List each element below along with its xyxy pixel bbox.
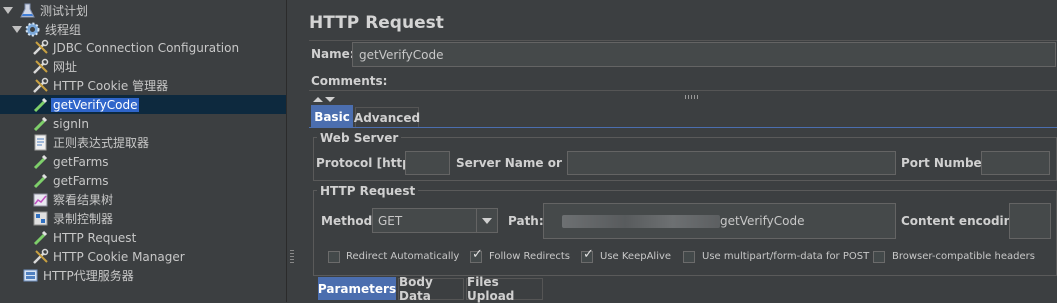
tree-item-url[interactable]: 网址 (32, 57, 77, 76)
wrench-icon (32, 77, 49, 94)
tree-item-label: HTTP Cookie 管理器 (53, 79, 169, 93)
tree-item-thread-group[interactable]: 线程组 (12, 20, 81, 39)
wrench-icon (32, 39, 49, 56)
use-multipart-label: Use multipart/form-data for POST (702, 251, 870, 262)
method-select[interactable]: GET (372, 208, 498, 233)
tree-item-cookie-manager-cn[interactable]: HTTP Cookie 管理器 (32, 76, 168, 95)
chevron-down-icon[interactable] (476, 209, 497, 232)
tree-item-http-request[interactable]: HTTP Request (32, 228, 136, 247)
method-value: GET (378, 213, 403, 228)
browser-compatible-headers-label: Browser-compatible headers (892, 251, 1035, 262)
tree-item-label: 网址 (53, 60, 78, 74)
expand-arrow-icon[interactable] (3, 7, 13, 14)
http-request-legend: HTTP Request (317, 184, 419, 198)
expand-arrow-icon[interactable] (12, 26, 22, 33)
divider (309, 40, 1057, 41)
wrench-icon (32, 58, 49, 75)
tree-item-regex-extractor[interactable]: 正则表达式提取器 (32, 133, 149, 152)
wrench-icon (32, 248, 49, 265)
checkmark-icon: ✓ (472, 247, 483, 262)
content-encoding-input[interactable] (1009, 203, 1051, 239)
panel-title: HTTP Request (309, 13, 444, 33)
tree-item-label: getFarms (53, 173, 109, 188)
content-encoding-label: Content encoding: (901, 214, 1026, 228)
port-number-input[interactable] (981, 151, 1050, 175)
tree-item-view-results-tree[interactable]: 察看结果树 (32, 190, 113, 209)
follow-redirects-label: Follow Redirects (489, 251, 570, 262)
tree-item-proxy-server[interactable]: HTTP代理服务器 (22, 266, 134, 285)
name-label: Name: (311, 47, 355, 61)
tab-advanced[interactable]: Advanced (354, 107, 420, 128)
split-grip-horizontal[interactable] (685, 95, 699, 99)
tree-item-label: HTTP代理服务器 (43, 269, 134, 283)
gear-icon (24, 21, 41, 38)
splitter-grip[interactable] (290, 250, 294, 264)
tree-item-label: signIn (53, 116, 89, 131)
tree-item-label: HTTP Cookie Manager (53, 249, 185, 264)
pipette-icon (32, 172, 49, 189)
tree-item-test-plan[interactable]: 测试计划 (3, 1, 88, 20)
use-keepalive-checkbox[interactable]: ✓ (581, 247, 594, 263)
redirect-automatically-label: Redirect Automatically (346, 251, 460, 262)
tree-item-label: getFarms (53, 154, 109, 169)
server-icon (22, 267, 39, 284)
browser-compatible-headers-checkbox[interactable] (873, 251, 885, 263)
tree-item-get-verify-code[interactable]: getVerifyCode (0, 95, 286, 114)
path-value: getVerifyCode (720, 214, 805, 228)
tree-item-get-farms-2[interactable]: getFarms (32, 171, 109, 190)
pipette-icon (32, 115, 49, 132)
use-keepalive-label: Use KeepAlive (600, 251, 672, 262)
checkmark-icon: ✓ (583, 247, 594, 262)
method-label: Method: (321, 214, 377, 228)
test-plan-tree[interactable]: 测试计划 线程组 JDBC Connection Configuration 网… (0, 0, 286, 302)
comments-label: Comments: (311, 74, 388, 88)
tab-basic[interactable]: Basic (311, 105, 353, 128)
tree-item-label: 察看结果树 (53, 193, 114, 207)
path-input[interactable]: getVerifyCode (543, 203, 896, 239)
name-value: getVerifyCode (359, 47, 444, 62)
tree-item-label: HTTP Request (53, 230, 137, 245)
tree-item-label: getVerifyCode (51, 97, 140, 112)
tree-item-sign-in[interactable]: signIn (32, 114, 89, 133)
port-number-label: Port Number: (901, 156, 993, 170)
tree-item-jdbc-config[interactable]: JDBC Connection Configuration (32, 38, 239, 57)
redirect-automatically-checkbox[interactable] (328, 251, 340, 263)
tab-files-upload[interactable]: Files Upload (466, 275, 543, 303)
protocol-input[interactable] (405, 151, 450, 175)
use-multipart-checkbox[interactable] (683, 251, 695, 263)
tree-item-label: 测试计划 (40, 4, 89, 18)
tab-parameters[interactable]: Parameters (318, 277, 396, 300)
controller-icon (32, 210, 49, 227)
tree-item-label: JDBC Connection Configuration (53, 40, 240, 55)
tree-item-label: 正则表达式提取器 (53, 136, 150, 150)
pipette-icon (32, 229, 49, 246)
follow-redirects-checkbox[interactable]: ✓ (470, 247, 483, 263)
document-icon (32, 134, 49, 151)
tree-item-recording-controller[interactable]: 录制控制器 (32, 209, 113, 228)
pipette-icon (32, 96, 49, 113)
collapse-arrows-icon[interactable] (312, 92, 336, 102)
tree-item-get-farms-1[interactable]: getFarms (32, 152, 109, 171)
tree-item-cookie-manager[interactable]: HTTP Cookie Manager (32, 247, 185, 266)
tree-item-label: 线程组 (45, 23, 82, 37)
path-label: Path: (508, 214, 544, 228)
redacted-path-prefix (562, 214, 720, 228)
pipette-icon (32, 153, 49, 170)
server-name-input[interactable] (567, 151, 896, 175)
web-server-legend: Web Server (317, 131, 402, 145)
flask-icon (19, 2, 36, 19)
tab-body-data[interactable]: Body Data (398, 275, 464, 303)
tab-underline (309, 127, 1057, 128)
server-name-label: Server Name or IP: (456, 156, 585, 170)
name-field[interactable]: getVerifyCode (352, 42, 1056, 67)
chart-icon (32, 191, 49, 208)
divider (309, 90, 1057, 91)
tree-item-label: 录制控制器 (53, 212, 114, 226)
